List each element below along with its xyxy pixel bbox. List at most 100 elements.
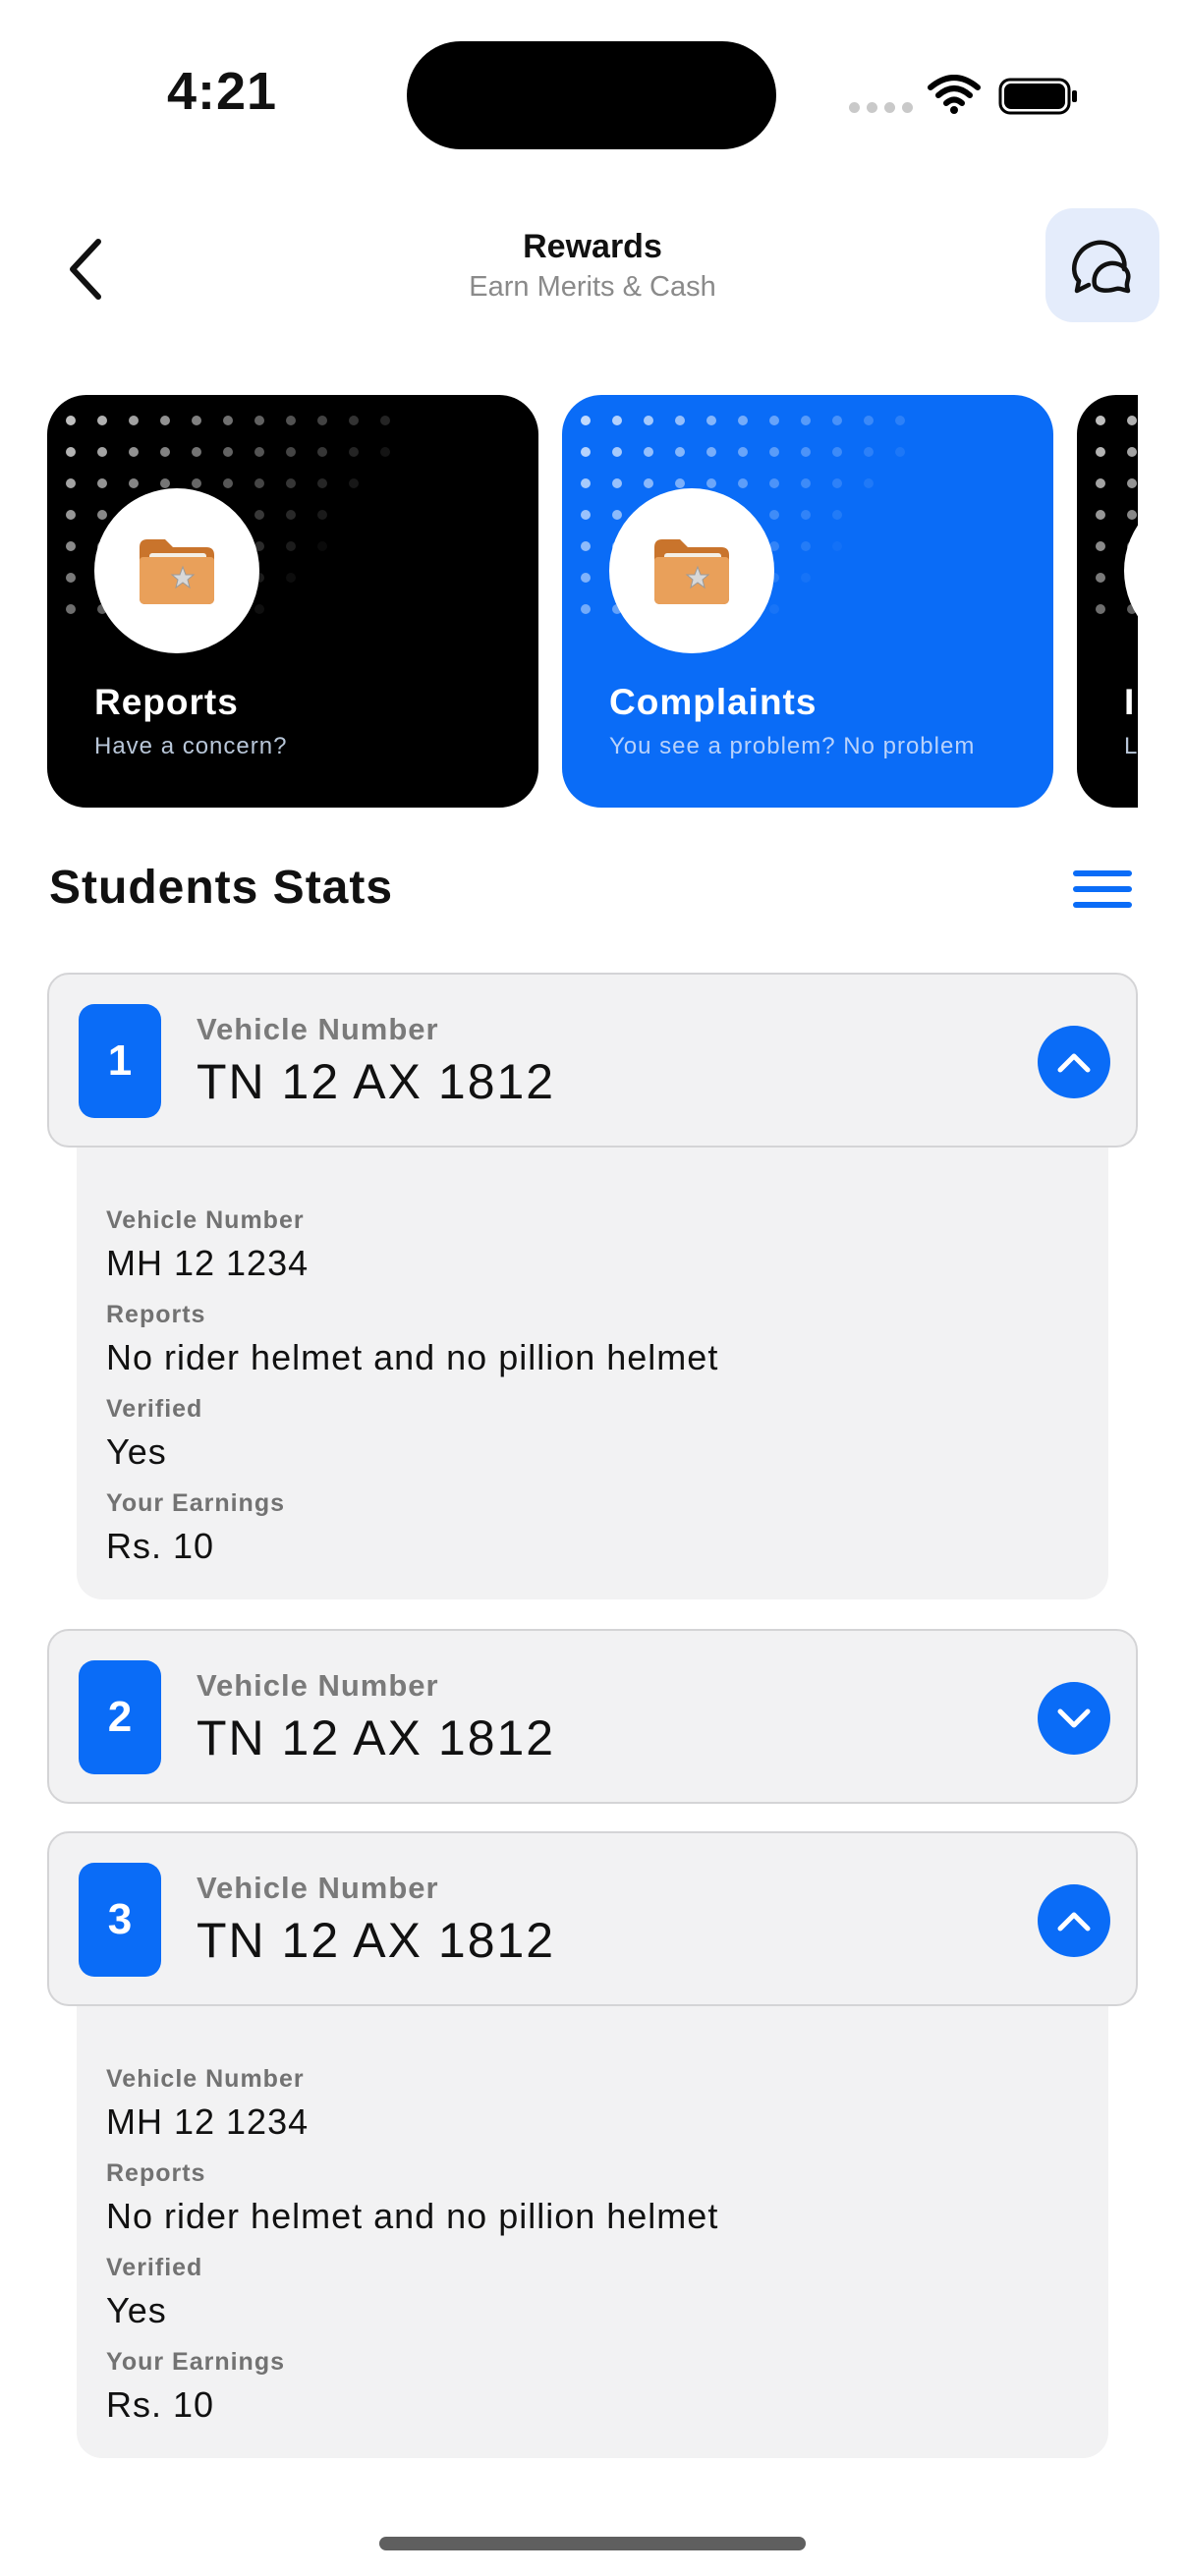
pattern-dot	[1127, 447, 1137, 457]
pattern-dot	[895, 416, 905, 425]
pattern-dot	[738, 416, 748, 425]
pattern-dot	[769, 478, 779, 488]
pattern-dot	[97, 447, 107, 457]
pattern-dot	[738, 447, 748, 457]
pattern-dot	[675, 478, 685, 488]
card-partial[interactable]: I L	[1077, 395, 1138, 808]
detail-reports: Reports No rider helmet and no pillion h…	[106, 2159, 718, 2237]
collapse-toggle-button[interactable]	[1038, 1026, 1110, 1098]
pattern-dot	[644, 416, 653, 425]
expand-toggle-button[interactable]	[1038, 1682, 1110, 1755]
detail-label: Vehicle Number	[106, 1206, 305, 1234]
pattern-dot	[832, 447, 842, 457]
pattern-dot	[612, 478, 622, 488]
pattern-dot	[1096, 478, 1105, 488]
page-title: Rewards	[523, 228, 662, 265]
pattern-dot	[769, 604, 779, 614]
detail-label: Reports	[106, 2159, 206, 2187]
pattern-dot	[581, 478, 591, 488]
card-reports[interactable]: Reports Have a concern?	[47, 395, 538, 808]
item-label: Vehicle Number	[197, 1668, 439, 1703]
pattern-dot	[66, 416, 76, 425]
detail-vehicle-number: Vehicle Number MH 12 1234	[106, 2065, 309, 2143]
chat-support-button[interactable]	[1045, 208, 1159, 322]
stats-item-header[interactable]: 1 Vehicle Number TN 12 AX 1812	[47, 973, 1138, 1148]
collapse-toggle-button[interactable]	[1038, 1884, 1110, 1957]
pattern-dot	[129, 447, 139, 457]
pattern-dot	[1127, 416, 1137, 425]
detail-label: Reports	[106, 1301, 206, 1328]
pattern-dot	[286, 573, 296, 583]
card-title: Complaints	[609, 682, 818, 722]
list-menu-button[interactable]	[1073, 865, 1132, 914]
detail-label: Vehicle Number	[106, 2065, 305, 2093]
pattern-dot	[769, 416, 779, 425]
pattern-dot	[66, 447, 76, 457]
pattern-dot	[832, 416, 842, 425]
pattern-dot	[97, 510, 107, 520]
stats-item-header[interactable]: 2 Vehicle Number TN 12 AX 1812	[47, 1629, 1138, 1804]
pattern-dot	[644, 478, 653, 488]
pattern-dot	[66, 478, 76, 488]
stats-item-details: Vehicle Number MH 12 1234 Reports No rid…	[77, 2006, 1108, 2458]
pattern-dot	[581, 416, 591, 425]
detail-label: Verified	[106, 1395, 203, 1423]
pattern-dot	[192, 447, 201, 457]
pattern-dot	[895, 447, 905, 457]
detail-label: Your Earnings	[106, 1489, 286, 1517]
stats-item-header[interactable]: 3 Vehicle Number TN 12 AX 1812	[47, 1831, 1138, 2006]
pattern-dot	[286, 447, 296, 457]
pattern-dot	[832, 541, 842, 551]
home-indicator[interactable]	[379, 2537, 806, 2550]
pattern-dot	[192, 416, 201, 425]
pattern-dot	[769, 447, 779, 457]
detail-value: Rs. 10	[106, 2384, 215, 2425]
pattern-dot	[66, 510, 76, 520]
pattern-dot	[349, 416, 359, 425]
item-value: TN 12 AX 1812	[197, 1054, 556, 1109]
pattern-dot	[254, 478, 264, 488]
chevron-up-icon	[1057, 1053, 1091, 1073]
menu-line-icon	[1073, 870, 1132, 876]
pattern-dot	[254, 604, 264, 614]
pattern-dot	[1096, 541, 1105, 551]
detail-earnings: Your Earnings Rs. 10	[106, 2348, 285, 2426]
pattern-dot	[317, 416, 327, 425]
category-cards-carousel[interactable]: Reports Have a concern? Complaints You s…	[47, 395, 1138, 808]
chevron-up-icon	[1057, 1912, 1091, 1932]
pattern-dot	[612, 510, 622, 520]
pattern-dot	[97, 416, 107, 425]
pattern-dot	[129, 416, 139, 425]
item-number-badge: 3	[79, 1863, 161, 1977]
item-number-badge: 1	[79, 1004, 161, 1118]
pattern-dot	[801, 541, 811, 551]
menu-line-icon	[1073, 886, 1132, 892]
detail-value: Rs. 10	[106, 1526, 215, 1566]
chat-bubbles-icon	[1072, 240, 1131, 294]
pattern-dot	[675, 416, 685, 425]
pattern-dot	[223, 478, 233, 488]
menu-line-icon	[1073, 902, 1132, 908]
pattern-dot	[706, 478, 716, 488]
page-subtitle: Earn Merits & Cash	[469, 271, 716, 303]
pattern-dot	[66, 541, 76, 551]
pattern-dot	[581, 541, 591, 551]
pattern-dot	[612, 447, 622, 457]
pattern-dot	[254, 416, 264, 425]
pattern-dot	[317, 447, 327, 457]
pattern-dot	[349, 478, 359, 488]
pattern-dot	[380, 447, 390, 457]
detail-value: No rider helmet and no pillion helmet	[106, 2196, 719, 2236]
card-complaints[interactable]: Complaints You see a problem? No problem	[562, 395, 1053, 808]
folder-star-icon	[140, 539, 214, 604]
detail-label: Your Earnings	[106, 2348, 286, 2376]
detail-value: Yes	[106, 2290, 167, 2330]
card-title: I	[1124, 682, 1136, 722]
pattern-dot	[1096, 604, 1105, 614]
section-title: Students Stats	[49, 862, 394, 914]
pattern-dot	[581, 604, 591, 614]
pattern-dot	[1096, 573, 1105, 583]
card-icon-circle	[94, 488, 259, 653]
detail-vehicle-number: Vehicle Number MH 12 1234	[106, 1206, 309, 1284]
pattern-dot	[66, 604, 76, 614]
